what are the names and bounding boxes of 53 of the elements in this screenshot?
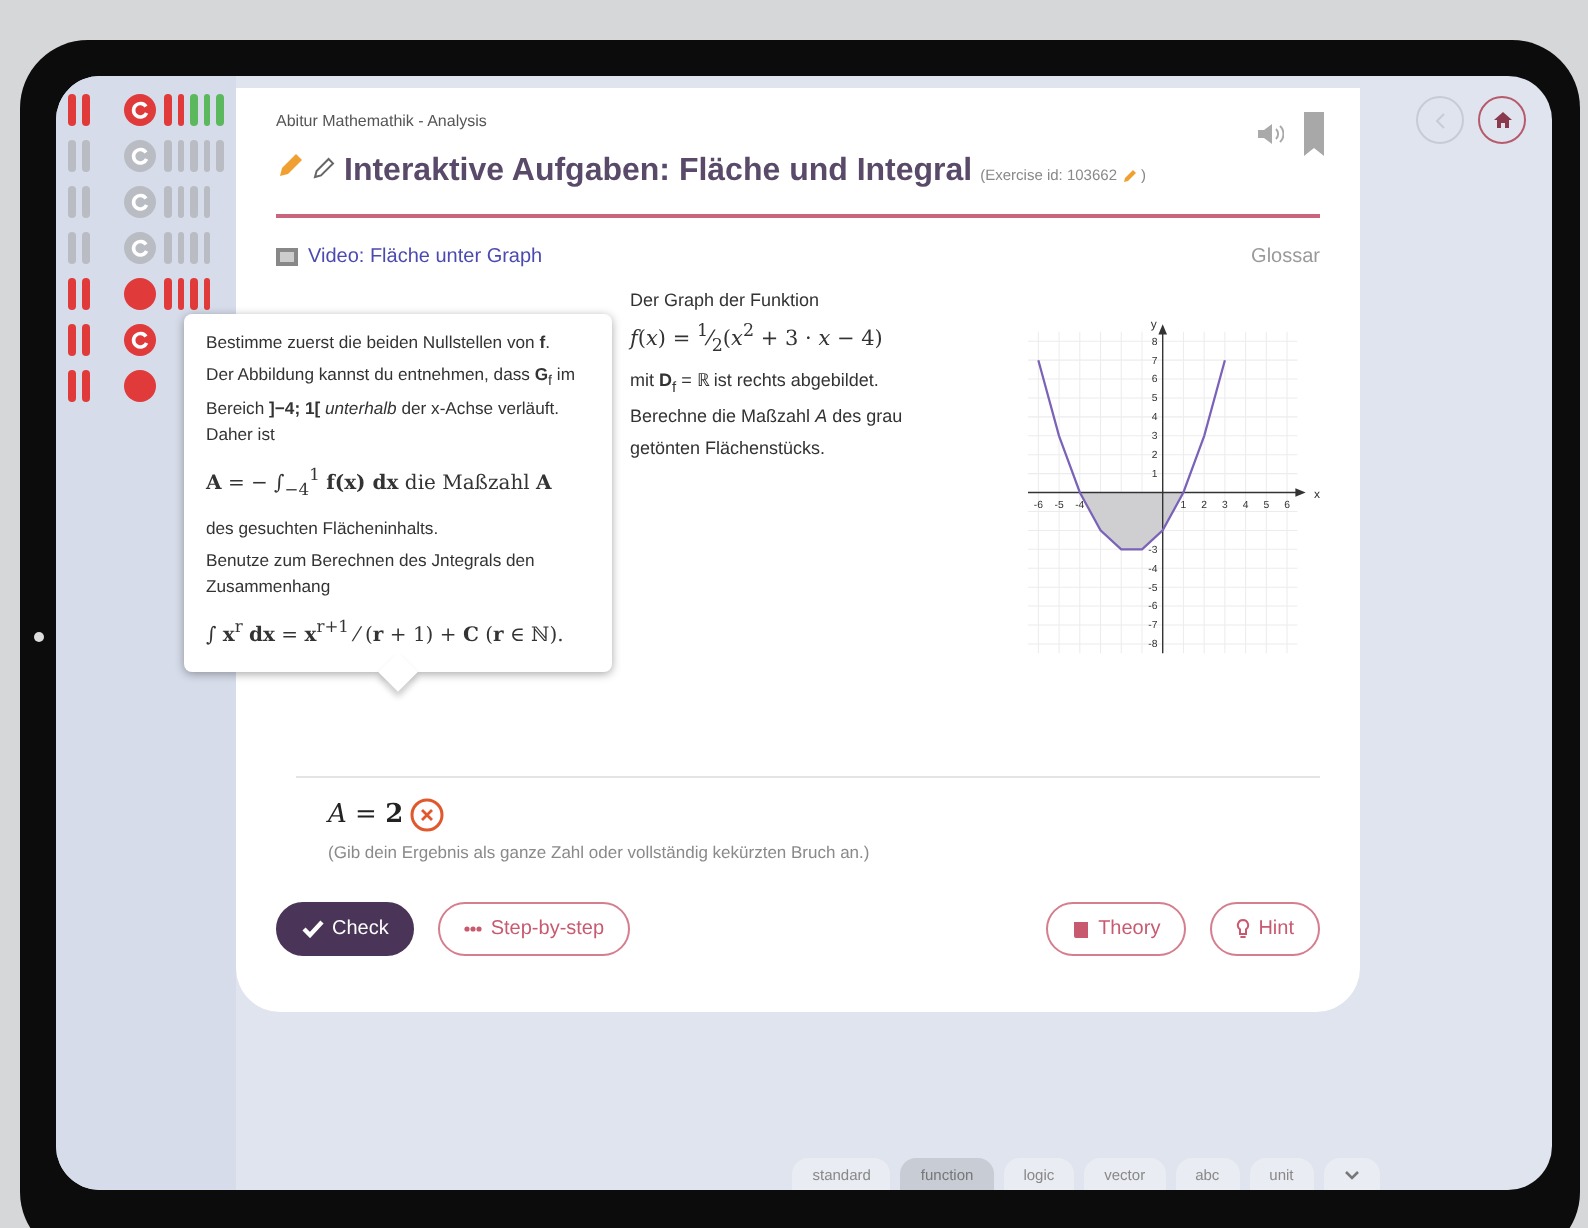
home-icon: [1493, 112, 1511, 128]
formula: f(x) = $^{1}$⁄$_{2}$(x$^{2}$ + 3 · x − 4): [630, 320, 885, 362]
pencil-icon[interactable]: [1121, 167, 1137, 183]
progress-marker: [68, 93, 90, 125]
status-dot[interactable]: [124, 369, 156, 401]
check-button[interactable]: Check: [276, 902, 415, 956]
glossary-link[interactable]: Glossar: [1251, 246, 1320, 268]
speaker-icon[interactable]: [1258, 124, 1284, 144]
lightbulb-icon: [1236, 918, 1251, 940]
more-tabs-button[interactable]: [1323, 1158, 1380, 1190]
video-link[interactable]: Video: Fläche unter Graph: [276, 246, 543, 268]
formula: ∫ x$^{r}$ dx = x$^{r+1}$ ⁄ (r + 1) + C (r ∈ ℕ).: [206, 614, 566, 649]
progress-marker: [68, 369, 90, 401]
hint-button[interactable]: Hint: [1210, 902, 1320, 956]
progress-marker: [68, 231, 90, 263]
bookmark-icon[interactable]: [1304, 112, 1324, 156]
exercise-title: Interaktive Aufgaben: Fläche und Integral: [344, 154, 973, 190]
camera-dot: [34, 632, 44, 642]
hint-text: Benutze zum Berechnen des Jntegrals den Zusammenhang: [206, 548, 537, 601]
problem-text: Berechne die Maßzahl A des grau: [630, 404, 905, 431]
replay-icon[interactable]: [124, 231, 156, 263]
replay-icon[interactable]: [124, 139, 156, 171]
progress-marker: [68, 185, 90, 217]
breadcrumb: Abitur Mathemathik - Analysis: [276, 112, 489, 130]
formula: A = − ∫$_{−4}$$^{1}$ f(x) dx die Maßzahl A: [206, 461, 554, 503]
film-icon: [276, 248, 298, 266]
answer-hint: (Gib dein Ergebnis als ganze Zahl oder vollständig kekürzten Bruch an.): [328, 842, 872, 862]
progress-marker: [68, 277, 90, 309]
hint-text: Der Abbildung kannst du entnehmen, dass G$_{f}$ im Bereich ]−4; 1[ unterhalb der x-Achse verläuft. Daher ist: [206, 362, 578, 448]
replay-icon[interactable]: [124, 323, 156, 355]
dots-icon: [464, 926, 483, 932]
replay-icon[interactable]: [124, 93, 156, 125]
chevron-down-icon: [1343, 1169, 1360, 1179]
problem-text: mit D$_{f}$ = ℝ ist rechts abgebildet.: [630, 367, 881, 399]
problem-text: Der Graph der Funktion: [630, 288, 822, 314]
replay-icon[interactable]: [124, 185, 156, 217]
home-button[interactable]: [1478, 96, 1526, 144]
book-icon: [1072, 919, 1091, 939]
chevron-left-icon: [1434, 111, 1446, 129]
answer-value: A = 2: [328, 800, 404, 830]
pencil-icon: [312, 156, 336, 180]
progress-marker: [68, 139, 90, 171]
shaded-area: [1078, 492, 1183, 550]
progress-marker: [68, 323, 90, 355]
problem-text: getönten Flächenstücks.: [630, 436, 828, 463]
status-dot[interactable]: [124, 277, 156, 309]
back-button[interactable]: [1416, 96, 1464, 144]
theory-button[interactable]: Theory: [1046, 902, 1187, 956]
steps-button[interactable]: Step-by-step: [438, 902, 631, 956]
pencil-icon: [276, 152, 304, 180]
hint-text: des gesuchten Flächeninhalts.: [206, 516, 441, 543]
checkmark-icon: [302, 920, 324, 938]
hint-text: Bestimme zuerst die beiden Nullstellen von f.: [206, 330, 552, 356]
